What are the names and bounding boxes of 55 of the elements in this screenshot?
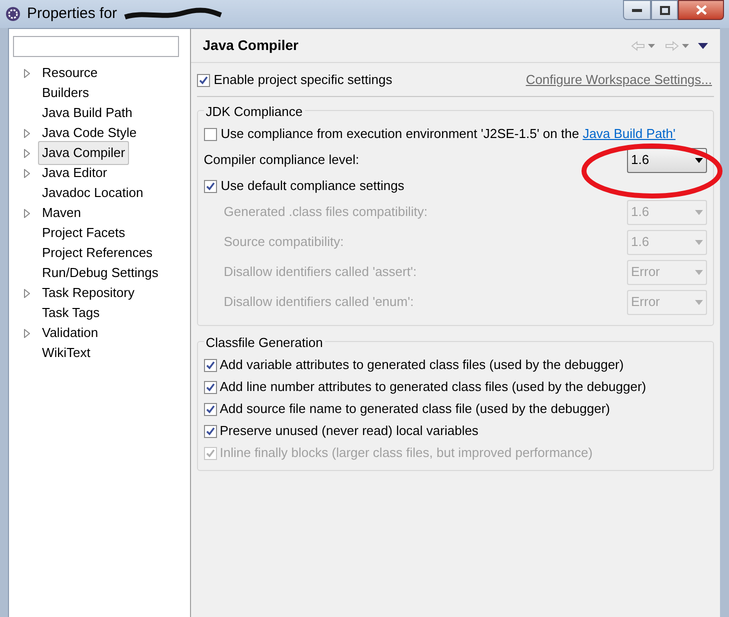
checkbox-label: Enable project specific settings	[214, 71, 392, 90]
configure-workspace-link[interactable]: Configure Workspace Settings...	[526, 70, 712, 90]
check-icon	[206, 404, 215, 414]
field-label: Disallow identifiers called 'enum':	[224, 293, 414, 312]
checkbox[interactable]	[204, 380, 217, 394]
minimize-icon	[632, 8, 642, 12]
close-icon	[696, 5, 706, 15]
java-build-path-link[interactable]: Java Build Path'	[582, 124, 676, 144]
page-title: Java Compiler	[202, 36, 298, 55]
check-icon	[206, 426, 215, 436]
caret-icon	[695, 300, 703, 304]
maximize-icon	[660, 6, 670, 14]
checkbox-label: Add source file name to generated class file (used by the debugger)	[220, 400, 610, 418]
dropdown-arrow-icon[interactable]	[682, 44, 689, 48]
check-icon	[206, 182, 215, 190]
checkbox[interactable]	[204, 180, 217, 192]
checkbox-label: Preserve unused (never read) local variables	[220, 422, 478, 440]
expand-arrow-icon[interactable]	[24, 68, 30, 78]
expand-arrow-icon[interactable]	[24, 128, 30, 138]
check-icon	[206, 360, 215, 370]
dropdown-arrow-icon[interactable]	[648, 44, 655, 48]
checkbox[interactable]	[196, 74, 210, 86]
check-icon	[206, 382, 215, 392]
checkbox-label: Use default compliance settings	[220, 177, 404, 196]
checkbox-label: Add variable attributes to generated class files (used by the debugger)	[220, 356, 624, 374]
checkbox-label: Add line number attributes to generated class files (used by the debugger)	[220, 378, 646, 396]
field-label: Disallow identifiers called 'assert':	[224, 263, 417, 282]
minimize-button[interactable]	[623, 0, 651, 20]
field-label: Generated .class files compatibility:	[224, 203, 428, 222]
checkbox[interactable]	[204, 402, 217, 416]
caret-icon	[695, 270, 703, 274]
menu-icon[interactable]	[698, 42, 708, 48]
check-icon	[206, 448, 215, 458]
window-title: Properties for	[27, 4, 118, 24]
maximize-button[interactable]	[651, 0, 678, 20]
field-label: Compiler compliance level:	[204, 151, 360, 170]
caret-icon	[695, 158, 703, 162]
expand-arrow-icon[interactable]	[24, 288, 30, 298]
gear-icon	[5, 6, 21, 22]
checkbox[interactable]	[204, 358, 217, 372]
expand-arrow-icon[interactable]	[24, 148, 30, 158]
field-label: Source compatibility:	[224, 233, 344, 252]
close-button[interactable]	[678, 0, 724, 20]
caret-icon	[695, 240, 703, 244]
sidebar-item[interactable]: Java Compiler	[38, 141, 130, 165]
filter-field[interactable]	[13, 36, 179, 57]
checkbox[interactable]	[204, 424, 217, 438]
checkbox-label: Use compliance from execution environment 'J2SE-1.5' on the	[220, 125, 580, 144]
checkbox-label: Inline finally blocks (larger class files, but improved performance)	[220, 444, 593, 462]
check-icon	[198, 76, 208, 84]
expand-arrow-icon[interactable]	[24, 328, 30, 338]
caret-icon	[695, 210, 703, 214]
expand-arrow-icon[interactable]	[24, 208, 30, 218]
expand-arrow-icon[interactable]	[24, 168, 30, 178]
checkbox[interactable]	[204, 128, 217, 140]
